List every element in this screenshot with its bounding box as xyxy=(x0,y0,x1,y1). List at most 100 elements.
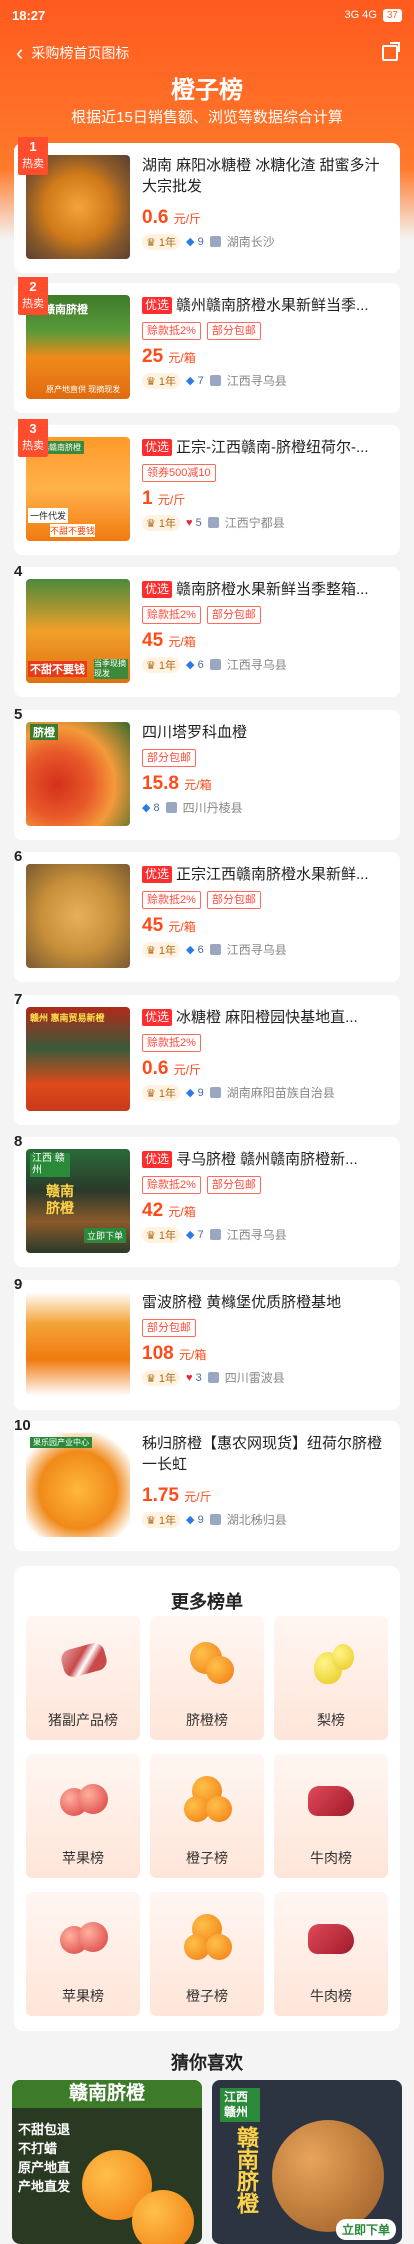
product-price: 1 元/斤 xyxy=(142,488,388,510)
product-name[interactable]: 优选 赣州赣南脐橙水果新鲜当季... xyxy=(142,295,388,316)
shop-icon xyxy=(165,802,177,813)
price-unit: 元/斤 xyxy=(173,1063,202,1077)
ranking-tile[interactable]: 苹果榜 xyxy=(26,1892,140,2016)
product-name[interactable]: 雷波脐橙 黄橼堡优质脐橙基地 xyxy=(142,1292,388,1313)
product-card[interactable]: 6 优选 正宗江西赣南脐橙水果新鲜... 赊款抵2% 部分包邮 45 元/箱 ♛ 1年 ◆ 6… xyxy=(14,848,400,982)
product-meta: ◆ 8 四川丹棱县 xyxy=(142,799,388,816)
product-image[interactable] xyxy=(26,1292,130,1396)
select-badge: 优选 xyxy=(142,866,173,883)
guess-card-1-line: 原产地直 xyxy=(18,2160,71,2175)
heart-icon: ♥ xyxy=(186,1371,196,1384)
price-value: 25 xyxy=(142,346,164,367)
membership-years-badge: ♛ 1年 xyxy=(142,941,181,958)
pork-icon xyxy=(58,1636,109,1686)
ranking-tile-label: 牛肉榜 xyxy=(310,1850,352,1866)
product-location: 江西寻乌县 xyxy=(226,943,287,957)
diamond-icon: ◆ xyxy=(186,375,198,387)
guess-card-1[interactable]: 赣南脐橙 不甜包退 不打蜡 原产地直 产地直发 xyxy=(12,2080,202,2244)
shop-icon xyxy=(207,1372,219,1383)
product-name[interactable]: 优选 冰糖橙 麻阳橙园快基地直... xyxy=(142,1007,388,1028)
seller-score: ◆ 7 xyxy=(186,1228,204,1241)
ranking-tile[interactable]: 梨榜 xyxy=(274,1616,388,1740)
ranking-tile[interactable]: 橙子榜 xyxy=(150,1754,264,1878)
product-name[interactable]: 优选 正宗江西赣南脐橙水果新鲜... xyxy=(142,864,388,885)
select-badge: 优选 xyxy=(142,581,173,598)
guess-card-1-title: 赣南脐橙 xyxy=(12,2080,202,2108)
product-card[interactable]: 江西 赣州 赣南脐橙 立即下单 8 优选 寻乌脐橙 赣州赣南脐橙新... 赊款抵2% 部分包邮… xyxy=(14,1133,400,1267)
membership-years-badge: ♛ 1年 xyxy=(142,1511,181,1528)
seller-score: ◆ 9 xyxy=(186,235,204,248)
product-card[interactable]: 赣州 惠南贸易新橙 7 优选 冰糖橙 麻阳橙园快基地直... 赊款抵2% 0.6 元/斤 ♛… xyxy=(14,991,400,1125)
ranking-tile-label: 猪副产品榜 xyxy=(48,1712,118,1728)
back-label[interactable]: 采购榜首页图标 xyxy=(31,43,129,63)
product-name-text: 冰糖橙 麻阳橙园快基地直... xyxy=(176,1009,358,1026)
product-image[interactable]: 果乐园产业中心 xyxy=(26,1433,130,1537)
seller-score-value: 9 xyxy=(197,1087,204,1099)
product-name[interactable]: 湖南 麻阳冰糖橙 冰糖化渣 甜蜜多汁 大宗批发 xyxy=(142,155,388,197)
price-unit: 元/箱 xyxy=(168,920,196,934)
beef-icon xyxy=(306,1774,356,1824)
product-location: 江西寻乌县 xyxy=(226,1228,287,1242)
ranking-tile[interactable]: 猪副产品榜 xyxy=(26,1616,140,1740)
ranking-tile[interactable]: 橙子榜 xyxy=(150,1892,264,2016)
rank-badge: 4 xyxy=(14,563,22,580)
product-image[interactable]: 不甜不要钱 当季现摘现发 xyxy=(26,579,130,683)
orange-icon xyxy=(182,1912,232,1962)
product-price: 42 元/箱 xyxy=(142,1200,388,1222)
membership-years-badge: ♛ 1年 xyxy=(142,233,181,250)
seller-score-value: 9 xyxy=(197,1514,204,1526)
ranking-tile[interactable]: 苹果榜 xyxy=(26,1754,140,1878)
product-name[interactable]: 四川塔罗科血橙 xyxy=(142,722,388,743)
ranking-tile[interactable]: 牛肉榜 xyxy=(274,1892,388,2016)
product-name[interactable]: 优选 正宗-江西赣南-脐橙纽荷尔-... xyxy=(142,437,388,458)
product-price: 108 元/箱 xyxy=(142,1343,388,1365)
product-card[interactable]: 果乐园产业中心 10 秭归脐橙【惠农网现货】纽荷尔脐橙一长虹 1.75 元/斤 ♛ 1年… xyxy=(14,1417,400,1551)
product-card[interactable]: 赣南脐橙 原产地直供 现摘现发 2 热卖 优选 赣州赣南脐橙水果新鲜当季... 赊款抵2% 部… xyxy=(14,277,400,413)
product-location: 四川雷波县 xyxy=(224,1371,285,1385)
product-card[interactable]: 9 雷波脐橙 黄橼堡优质脐橙基地 部分包邮 108 元/箱 ♛ 1年 ♥ 3 四川雷波县 xyxy=(14,1276,400,1410)
product-card[interactable]: 不甜不要钱 当季现摘现发 4 优选 赣南脐橙水果新鲜当季整箱... 赊款抵2% 部分包邮 45… xyxy=(14,563,400,697)
membership-years-badge: ♛ 1年 xyxy=(142,372,181,389)
hot-tag: 热卖 xyxy=(22,298,44,310)
product-tag: 部分包邮 xyxy=(206,322,261,340)
back-icon[interactable]: ‹ xyxy=(16,42,23,64)
product-image[interactable]: 赣州 惠南贸易新橙 xyxy=(26,1007,130,1111)
ranking-tile-label: 橙子榜 xyxy=(186,1988,228,2004)
shop-icon xyxy=(209,1229,221,1240)
guess-card-2-button[interactable]: 立即下单 xyxy=(335,2219,396,2240)
product-image[interactable]: 江西 赣州 赣南脐橙 立即下单 xyxy=(26,1149,130,1253)
product-price: 0.6 元/斤 xyxy=(142,207,388,229)
guess-card-2[interactable]: 江西 赣州 赣南脐橙 立即下单 xyxy=(212,2080,402,2244)
hot-tag: 热卖 xyxy=(22,158,44,170)
seller-score-value: 8 xyxy=(153,802,160,814)
product-name[interactable]: 优选 寻乌脐橙 赣州赣南脐橙新... xyxy=(142,1149,388,1170)
membership-years: 1年 xyxy=(158,1229,177,1242)
membership-years: 1年 xyxy=(158,1514,177,1527)
share-icon[interactable] xyxy=(382,42,400,61)
product-card[interactable]: 1 热卖 湖南 麻阳冰糖橙 冰糖化渣 甜蜜多汁 大宗批发 0.6 元/斤 ♛ 1年 ◆ 9… xyxy=(14,137,400,273)
product-image[interactable] xyxy=(26,864,130,968)
product-image-text: 不甜不要钱 xyxy=(50,524,96,537)
product-meta: ♛ 1年 ◆ 6 江西寻乌县 xyxy=(142,941,388,958)
product-location: 江西寻乌县 xyxy=(226,374,287,388)
ranking-tile[interactable]: 脐橙榜 xyxy=(150,1616,264,1740)
rank-badge: 1 热卖 xyxy=(18,137,48,175)
product-card[interactable]: 脐橙 5 四川塔罗科血橙 部分包邮 15.8 元/箱 ◆ 8 四川丹棱县 xyxy=(14,706,400,840)
seller-score-value: 6 xyxy=(197,944,204,956)
product-name[interactable]: 优选 赣南脐橙水果新鲜当季整箱... xyxy=(142,579,388,600)
rank-number: 9 xyxy=(14,1276,23,1293)
price-unit: 元/箱 xyxy=(168,635,196,649)
product-tag: 领券500减10 xyxy=(142,464,216,482)
shop-icon xyxy=(209,1514,221,1525)
product-name-text: 赣南脐橙水果新鲜当季整箱... xyxy=(176,581,369,598)
product-price: 25 元/箱 xyxy=(142,346,388,368)
product-card[interactable]: 精选赣南脐橙 一件代发 不甜不要钱 3 热卖 优选 正宗-江西赣南-脐橙纽荷尔-... 领券5… xyxy=(14,419,400,555)
product-location: 湖南长沙 xyxy=(226,235,275,249)
rank-number: 6 xyxy=(14,848,23,865)
product-name[interactable]: 秭归脐橙【惠农网现货】纽荷尔脐橙一长虹 xyxy=(142,1433,388,1475)
product-location: 湖南麻阳苗族自治县 xyxy=(226,1086,335,1100)
ranking-tile[interactable]: 牛肉榜 xyxy=(274,1754,388,1878)
seller-score-value: 7 xyxy=(197,375,204,387)
product-image[interactable]: 脐橙 xyxy=(26,722,130,826)
product-name-text: 四川塔罗科血橙 xyxy=(142,724,248,741)
